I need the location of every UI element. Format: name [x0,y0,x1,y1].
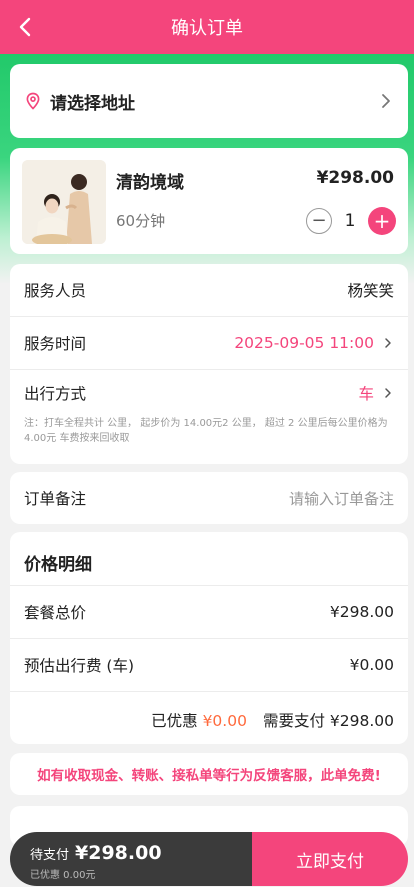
pay-now-button[interactable]: 立即支付 [252,832,408,886]
chevron-right-icon [382,94,390,108]
service-time-row[interactable]: 服务时间 2025-09-05 11:00 [10,317,408,369]
chevron-right-icon [385,388,391,398]
staff-row: 服务人员 杨笑笑 [10,264,408,316]
product-price: ¥298.00 [316,168,394,188]
price-summary: 已优惠 ¥0.00 需要支付 ¥298.00 [151,709,394,731]
service-time-label: 服务时间 [24,335,87,353]
address-selector[interactable]: 请选择地址 [10,64,408,138]
order-remark-row: 订单备注 请输入订单备注 [10,472,408,524]
back-arrow-icon[interactable] [14,15,38,39]
travel-fee-value: ¥0.00 [349,656,394,674]
order-remark-label: 订单备注 [24,490,87,508]
quantity-value: 1 [344,211,356,231]
staff-value: 杨笑笑 [347,282,394,300]
staff-label: 服务人员 [24,282,87,300]
need-pay-label: 需要支付 [262,712,325,730]
product-image [22,160,106,244]
order-remark-input[interactable]: 请输入订单备注 [289,488,394,509]
product-card: 清韵境域 60分钟 ¥298.00 − 1 + [10,148,408,254]
address-label: 请选择地址 [50,93,135,114]
top-bar: 确认订单 [0,0,414,54]
discount-value: ¥0.00 [202,712,247,730]
price-detail-card: 价格明细 套餐总价 ¥298.00 预估出行费 (车) ¥0.00 已优惠 ¥0… [10,532,408,744]
divider [10,691,408,692]
price-detail-title: 价格明细 [24,555,92,575]
travel-fee-note: 注：打车全程共计 公里， 起步价为 14.00元2 公里， 超过 2 公里后每公… [24,418,388,444]
order-remark-card: 订单备注 请输入订单备注 [10,472,408,524]
due-label: 待支付 [30,848,70,863]
package-total-row: 套餐总价 ¥298.00 [10,586,408,638]
service-time-value: 2025-09-05 11:00 [234,334,374,352]
chevron-right-icon [385,338,391,348]
location-pin-icon [26,92,40,110]
decrease-button[interactable]: − [306,208,332,234]
fraud-warning-banner: 如有收取现金、转账、接私单等行为反馈客服，此单免费! [10,753,408,795]
need-pay-value: ¥298.00 [329,712,394,730]
discount-label: 已优惠 [151,712,198,730]
quantity-stepper: − 1 + [306,207,396,235]
payment-summary: 待支付 ¥298.00 已优惠 0.00元 [10,832,252,886]
product-name: 清韵境域 [116,173,184,193]
travel-mode-row[interactable]: 出行方式 车 [10,370,408,416]
increase-button[interactable]: + [368,207,396,235]
page-title: 确认订单 [171,18,243,39]
service-details-card: 服务人员 杨笑笑 服务时间 2025-09-05 11:00 出行方式 车 注：… [10,264,408,464]
product-duration: 60分钟 [116,212,166,230]
fraud-warning-text: 如有收取现金、转账、接私单等行为反馈客服，此单免费! [37,768,381,784]
discount-summary: 已优惠 0.00元 [30,870,96,881]
package-total-label: 套餐总价 [24,604,87,622]
travel-fee-label: 预估出行费 (车) [24,657,135,675]
travel-mode-value: 车 [358,385,374,403]
travel-fee-row: 预估出行费 (车) ¥0.00 [10,639,408,691]
travel-mode-label: 出行方式 [24,385,87,403]
package-total-value: ¥298.00 [329,603,394,621]
checkout-bar: 待支付 ¥298.00 已优惠 0.00元 立即支付 [10,832,408,886]
due-amount: ¥298.00 [75,842,162,864]
